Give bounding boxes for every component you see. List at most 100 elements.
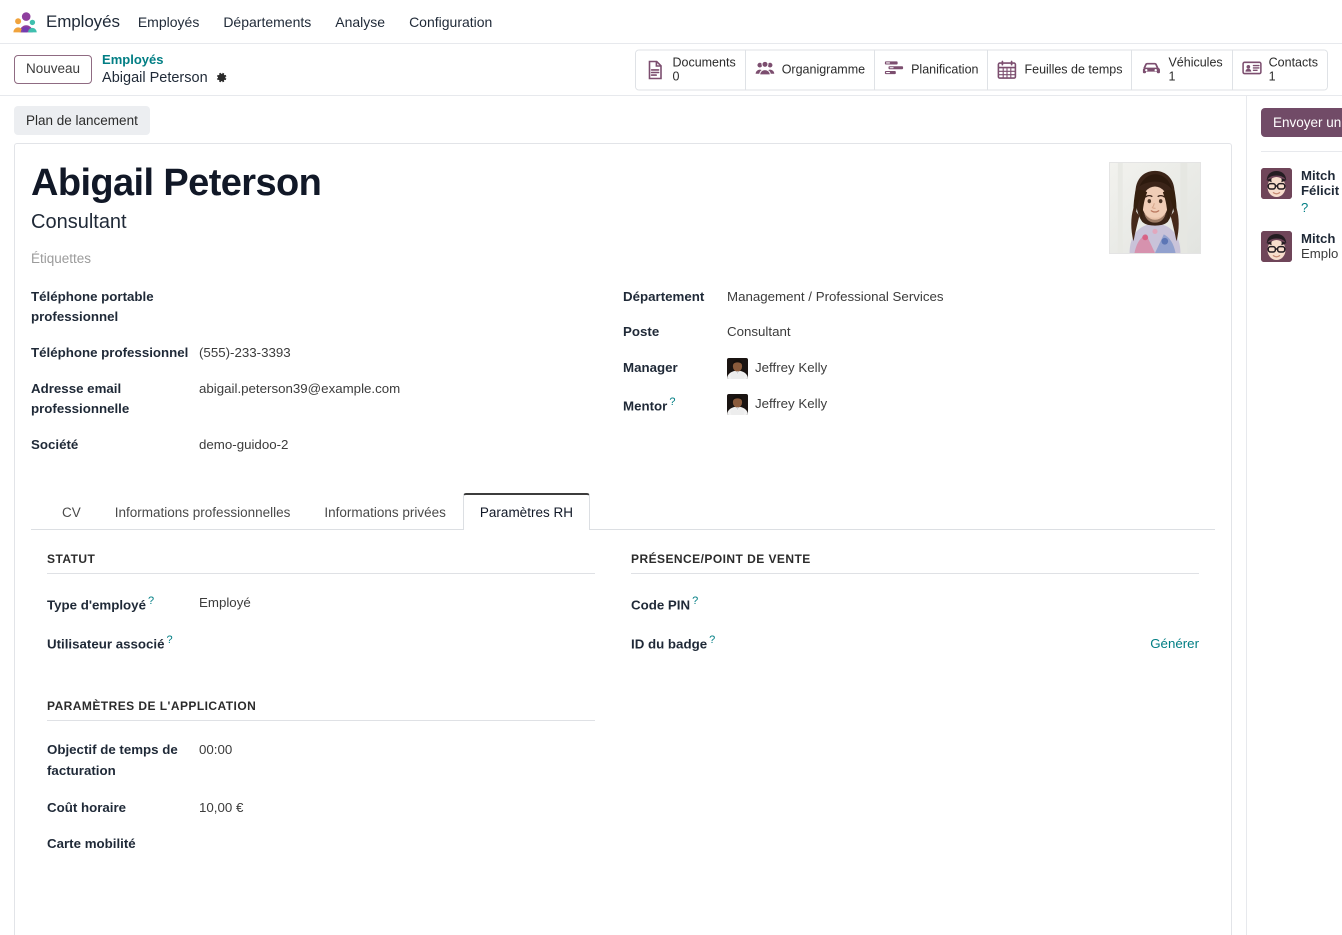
breadcrumb-parent-link[interactable]: Employés: [102, 52, 228, 69]
field-row-hourly-cost: Coût horaire 10,00 €: [47, 797, 595, 819]
tab-work-information[interactable]: Informations professionnelles: [98, 494, 308, 530]
field-row-manager: Manager Jeffrey Kelly: [623, 357, 1215, 380]
field-row-work-phone: Téléphone professionnel (555)-233-3393: [31, 342, 603, 364]
message-subject: Emplo: [1301, 246, 1339, 261]
group-title: PARAMÈTRES DE L'APPLICATION: [47, 699, 595, 722]
generate-badge-button[interactable]: Générer: [1150, 636, 1199, 651]
menu-analysis[interactable]: Analyse: [335, 11, 385, 33]
help-icon[interactable]: ?: [709, 634, 715, 646]
field-row-company: Société demo-guidoo-2: [31, 434, 603, 456]
message-extra: ?: [1301, 200, 1309, 215]
form-body: Plan de lancement Abigail Peterson Consu…: [0, 96, 1342, 935]
coach-name: Jeffrey Kelly: [755, 396, 828, 412]
field-coach[interactable]: Jeffrey Kelly: [727, 393, 828, 416]
field-billable-time-target[interactable]: 00:00: [199, 739, 232, 761]
smart-button-planning[interactable]: Planification: [875, 50, 989, 89]
odoo-employee-form-page: Employés Employés Départements Analyse C…: [0, 0, 1342, 935]
tags-input[interactable]: Étiquettes: [31, 251, 321, 266]
org-chart-icon: [755, 60, 775, 79]
menu-employees[interactable]: Employés: [138, 11, 199, 33]
gear-icon[interactable]: [215, 71, 228, 84]
hr-settings-right-column: PRÉSENCE/POINT DE VENTE Code PIN? ID du …: [623, 552, 1199, 870]
field-row-pin-code: Code PIN?: [631, 592, 1199, 616]
field-row-badge-id: ID du badge? Générer: [631, 631, 1199, 655]
smart-button-count: 0: [672, 69, 680, 84]
notebook-page-hr-settings: STATUT Type d'employé? Employé Utilisate…: [31, 530, 1215, 890]
field-row-department: Département Management / Professional Se…: [623, 286, 1215, 308]
smart-button-label: Contacts: [1268, 55, 1318, 69]
group-status: STATUT Type d'employé? Employé Utilisate…: [47, 552, 595, 655]
record-sheet: Abigail Peterson Consultant Étiquettes T…: [14, 143, 1232, 935]
notebook-tabs: CV Informations professionnelles Informa…: [31, 492, 1215, 530]
field-label: Type d'employé?: [47, 594, 155, 613]
smart-button-count: 1: [1168, 69, 1176, 84]
field-work-phone[interactable]: (555)-233-3393: [199, 342, 291, 364]
page-title: Abigail Peterson: [31, 162, 322, 204]
document-icon: [645, 60, 665, 79]
smart-button-vehicles[interactable]: Véhicules 1: [1132, 50, 1233, 89]
smart-button-contacts[interactable]: Contacts 1: [1232, 50, 1327, 89]
top-navbar: Employés Employés Départements Analyse C…: [0, 0, 1342, 44]
smart-button-count: 1: [1268, 69, 1276, 84]
field-work-email[interactable]: abigail.peterson39@example.com: [199, 378, 400, 400]
help-icon[interactable]: ?: [669, 396, 675, 408]
navbar-menu: Employés Départements Analyse Configurat…: [138, 11, 493, 33]
employee-photo[interactable]: [1109, 162, 1201, 254]
statusbar: Plan de lancement: [0, 96, 1246, 143]
app-brand[interactable]: Employés: [12, 11, 120, 33]
badge-icon: [1241, 60, 1262, 79]
menu-departments[interactable]: Départements: [223, 11, 311, 33]
field-label: Société: [31, 437, 79, 453]
field-row-mobile-phone: Téléphone portable professionnel: [31, 286, 603, 328]
field-label: Téléphone portable professionnel: [31, 288, 154, 325]
smart-button-documents[interactable]: Documents 0: [636, 50, 746, 89]
field-label: Manager: [623, 360, 678, 376]
tab-private-information[interactable]: Informations privées: [307, 494, 463, 530]
field-label: Département: [623, 288, 705, 304]
field-label: Code PIN?: [631, 594, 699, 613]
record-title-area: Abigail Peterson Consultant Étiquettes: [31, 160, 1215, 266]
smart-button-label: Planification: [911, 62, 979, 77]
chatter-panel: Envoyer un Mitch Félicit ? Mitch Emplo: [1246, 96, 1342, 935]
field-job-position[interactable]: Consultant: [727, 321, 791, 343]
breadcrumb: Employés Abigail Peterson: [102, 52, 228, 87]
field-label: Carte mobilité: [47, 836, 136, 852]
avatar: [727, 394, 748, 416]
launch-plan-button[interactable]: Plan de lancement: [14, 106, 150, 135]
job-title: Consultant: [31, 210, 127, 233]
help-icon[interactable]: ?: [167, 634, 173, 646]
field-label: Poste: [623, 324, 660, 340]
help-icon[interactable]: ?: [148, 595, 154, 607]
field-company[interactable]: demo-guidoo-2: [199, 434, 288, 456]
avatar: [1261, 231, 1292, 262]
app-name: Employés: [46, 11, 120, 31]
field-employee-type[interactable]: Employé: [199, 592, 251, 614]
field-group-right: Département Management / Professional Se…: [623, 286, 1215, 470]
message-subject: Félicit: [1301, 183, 1340, 198]
menu-configuration[interactable]: Configuration: [409, 11, 492, 33]
field-row-billable-time-target: Objectif de temps de facturation 00:00: [47, 739, 595, 781]
tab-resume[interactable]: CV: [45, 494, 98, 530]
field-hourly-cost[interactable]: 10,00 €: [199, 797, 243, 819]
send-message-button[interactable]: Envoyer un: [1261, 108, 1342, 137]
smart-buttons-bar: Documents 0 Organigramme Planification F…: [635, 49, 1328, 90]
field-department[interactable]: Management / Professional Services: [727, 286, 944, 308]
field-label: Mentor?: [623, 396, 676, 414]
smart-button-timesheets[interactable]: Feuilles de temps: [988, 50, 1133, 89]
new-button[interactable]: Nouveau: [14, 55, 93, 84]
chatter-message: Mitch Félicit ?: [1261, 152, 1342, 215]
avatar: [727, 358, 748, 380]
smart-button-org-chart[interactable]: Organigramme: [745, 50, 876, 89]
field-row-coach: Mentor? Jeffrey Kelly: [623, 393, 1215, 417]
field-manager[interactable]: Jeffrey Kelly: [727, 357, 827, 380]
field-row-mobility-card: Carte mobilité: [47, 833, 595, 855]
field-label: Adresse email professionnelle: [31, 380, 130, 417]
avatar: [1261, 168, 1292, 199]
hr-settings-left-column: STATUT Type d'employé? Employé Utilisate…: [47, 552, 623, 870]
control-panel: Nouveau Employés Abigail Peterson Docume…: [0, 44, 1342, 96]
field-row-related-user: Utilisateur associé?: [47, 631, 595, 655]
notebook: CV Informations professionnelles Informa…: [31, 492, 1215, 890]
car-icon: [1141, 60, 1161, 79]
tab-hr-settings[interactable]: Paramètres RH: [462, 492, 590, 530]
help-icon[interactable]: ?: [692, 595, 698, 607]
